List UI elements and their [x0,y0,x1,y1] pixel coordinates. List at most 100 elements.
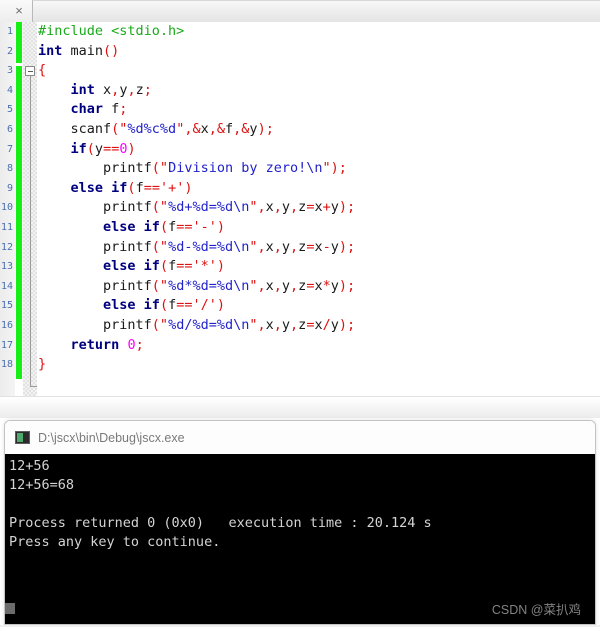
code-token: ", [249,238,266,255]
code-token: #include <stdio.h> [38,23,185,39]
console-output-line [9,495,595,514]
code-line: printf("%d*%d=%d\n",x,y,z=x*y); [38,277,600,297]
code-token: =='*') [176,258,225,275]
code-line: #include <stdio.h> [38,22,600,42]
console-output-line: 12+56 [9,458,50,474]
code-token: printf [38,160,152,177]
code-token: =='+') [143,179,193,196]
console-title-bar: D:\jscx\bin\Debug\jscx.exe [5,421,595,454]
code-token: , [290,277,299,294]
code-token: %d-%d=%d\n [168,238,250,255]
code-token: return [70,336,120,353]
code-token: %d+%d=%d\n [168,199,250,216]
fold-collapse-icon[interactable] [25,66,35,76]
line-number: 7 [6,143,13,155]
console-window[interactable]: D:\jscx\bin\Debug\jscx.exe 12+56 12+56=68… [4,420,596,625]
code-token: y [281,238,291,255]
console-output-line: Press any key to continue. [9,534,221,550]
code-token: f [103,101,120,118]
code-token: ,& [208,120,226,137]
code-token: else if [70,179,128,196]
code-line: else if(f=='/') [38,296,600,316]
console-scrollbar-nub[interactable] [5,603,15,614]
code-token: x [265,238,274,255]
code-token: ", [249,316,266,333]
code-token: char [70,101,104,118]
code-token: "); [322,160,347,177]
editor-bottom-bevel [0,396,600,418]
code-token: (" [151,316,169,333]
code-token: f [168,218,177,235]
code-token: y [249,120,258,137]
code-token: , [290,238,299,255]
code-line: char f; [38,100,600,120]
code-token: - [322,238,331,255]
code-token: =='/') [176,297,225,314]
code-token: %d*%d=%d\n [168,277,250,294]
code-token: () [103,42,120,59]
code-token: ,& [233,120,250,137]
change-bar-segment [16,66,22,379]
line-number: 15 [0,300,13,312]
fold-guide-line [29,76,31,387]
code-token: x [314,316,323,333]
code-token: x [94,81,112,98]
line-number: 4 [6,84,13,96]
code-token: f [135,179,144,196]
code-line: } [38,355,600,375]
code-token: ); [338,238,356,255]
code-line: int x,y,z; [38,81,600,101]
line-number: 17 [0,339,13,351]
code-token: f [168,258,177,275]
code-token: * [322,277,331,294]
code-token: int [38,42,63,59]
code-line: return 0; [38,336,600,356]
code-line: else if(f=='+') [38,179,600,199]
code-token: ( [159,297,169,314]
code-folding-column[interactable] [23,22,37,396]
code-line: printf("Division by zero!\n"); [38,159,600,179]
fold-guide-line-end [29,386,37,387]
close-icon[interactable]: × [8,1,30,21]
line-number: 18 [0,359,13,371]
code-token: ( [159,218,169,235]
code-token: ; [143,81,152,98]
code-token: %d/%d=%d\n [168,316,250,333]
code-editor[interactable]: 1 2 3 4 5 6 7 8 9 10 11 12 13 14 15 16 17 18 #include <st… [0,22,600,396]
code-token: ; [119,101,128,118]
code-token: ", [249,199,266,216]
line-number: 3 [6,65,13,77]
console-output-line: 12+56=68 [9,477,75,493]
code-token: & [192,120,201,137]
code-token: scanf [38,120,112,137]
code-token: } [38,356,47,373]
code-token: f [225,120,234,137]
code-token: , [273,277,282,294]
line-number: 6 [6,124,13,135]
line-number: 2 [6,45,13,57]
code-token: y [94,140,104,157]
code-token: ", [249,277,266,294]
code-token: (" [151,199,169,216]
code-token: x [314,277,323,294]
code-line: scanf("%d%c%d",&x,&f,&y); [38,120,600,140]
code-line: int main() [38,42,600,62]
code-token: %d%c%d [127,120,177,137]
code-token: ( [127,179,136,196]
code-text[interactable]: #include <stdio.h> int main(){ int x,y,z;… [38,22,600,396]
line-number-gutter: 1 2 3 4 5 6 7 8 9 10 11 12 13 14 15 16 17 18 [0,22,15,396]
line-number: 11 [0,222,13,233]
code-line: printf("%d+%d=%d\n",x,y,z=x+y); [38,198,600,218]
editor-tab[interactable] [32,0,600,22]
code-token: if [70,140,87,157]
code-token: x [314,238,323,255]
code-token: (" [151,160,169,177]
code-token: printf [38,316,152,333]
code-token: printf [38,238,152,255]
